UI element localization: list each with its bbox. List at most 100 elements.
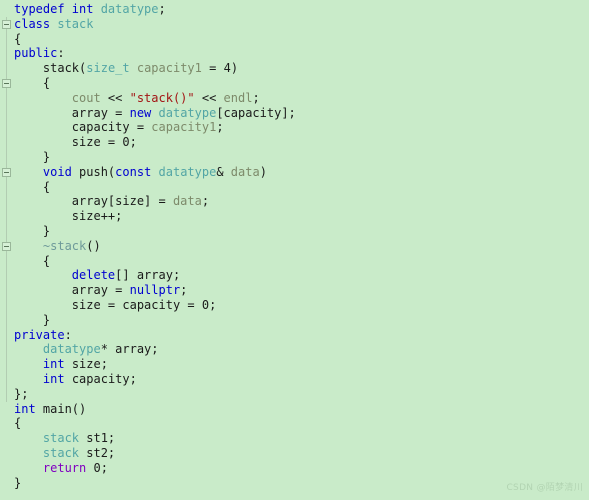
code-line: stack st1; [14, 431, 589, 446]
code-token: endl [223, 90, 253, 105]
code-token: capacity; [64, 371, 137, 386]
code-token: capacity1 [151, 120, 217, 135]
code-token: datatype [100, 2, 159, 16]
code-token: size = 0; [14, 135, 137, 150]
code-line: cout << "stack()" << endl; [14, 91, 589, 106]
code-line: class stack [14, 17, 589, 32]
code-line: } [14, 476, 589, 491]
fold-toggle-icon[interactable] [2, 241, 11, 251]
code-token: int [14, 401, 36, 416]
code-token: ; [216, 120, 224, 135]
code-token: int [42, 371, 65, 386]
code-token: & [216, 164, 231, 179]
code-token: () [86, 238, 101, 253]
code-folding-gutter[interactable] [0, 0, 14, 500]
code-token: : [64, 327, 72, 342]
code-token: stack [14, 61, 80, 76]
code-token: st2; [79, 445, 116, 460]
code-token: data [172, 194, 202, 209]
code-token: }; [14, 386, 29, 401]
code-token: } [14, 223, 51, 238]
code-token: delete [71, 268, 116, 283]
code-token: capacity = [14, 120, 152, 135]
code-token: stack [42, 431, 80, 446]
code-line: int main() [14, 402, 589, 417]
code-token: stack [57, 16, 94, 31]
code-token: void [42, 164, 72, 179]
code-token: ~stack [42, 238, 87, 253]
code-token: array[size] = [14, 194, 173, 209]
code-line: stack st2; [14, 446, 589, 461]
code-token: [] array; [115, 268, 181, 283]
code-token: "stack()" [129, 90, 195, 105]
code-token: ; [158, 2, 166, 16]
code-token: size++; [14, 209, 123, 224]
code-token: } [14, 312, 51, 327]
code-line: array[size] = data; [14, 194, 589, 209]
code-token: } [14, 149, 51, 164]
code-token: datatype [42, 342, 101, 357]
code-token: size; [64, 357, 108, 372]
fold-toggle-icon[interactable] [2, 79, 11, 88]
code-token: 0; [86, 460, 108, 475]
code-token: st1; [79, 431, 116, 446]
code-line: size = 0; [14, 135, 589, 150]
csdn-watermark: CSDN @陌梦清川 [506, 483, 583, 494]
code-token: typedef [14, 2, 72, 16]
code-line: array = nullptr; [14, 283, 589, 298]
code-token: int [42, 357, 65, 372]
code-token: private [14, 327, 65, 342]
code-line: size = capacity = 0; [14, 298, 589, 313]
code-token: datatype [158, 105, 217, 120]
code-line: typedef int datatype; [14, 2, 589, 17]
code-line: } [14, 313, 589, 328]
code-token: size = capacity = 0; [14, 297, 217, 312]
code-line: stack(size_t capacity1 = 4) [14, 61, 589, 76]
fold-toggle-icon[interactable] [2, 167, 11, 177]
code-token: class [14, 16, 58, 31]
code-token: << [100, 90, 130, 105]
code-token: int [71, 2, 101, 16]
code-token: { [14, 253, 51, 268]
code-token: { [14, 416, 22, 431]
fold-toggle-icon[interactable] [2, 19, 11, 29]
code-line: capacity = capacity1; [14, 120, 589, 135]
code-editor[interactable]: typedef int datatype; class stack{public:… [0, 0, 589, 500]
code-line: { [14, 32, 589, 47]
code-token: ; [180, 283, 188, 298]
code-line: } [14, 150, 589, 165]
code-line: ~stack() [14, 239, 589, 254]
code-token: * array; [100, 342, 159, 357]
code-token: ; [201, 194, 210, 209]
code-token: capacity1 [136, 61, 202, 76]
code-line: return 0; [14, 461, 589, 476]
code-line: delete[] array; [14, 268, 589, 283]
code-token: } [14, 475, 22, 490]
code-token: cout [71, 90, 101, 105]
code-token: data [230, 164, 260, 179]
code-line: datatype* array; [14, 342, 589, 357]
code-line: { [14, 76, 589, 91]
code-line: int capacity; [14, 372, 589, 387]
code-token: const [115, 164, 152, 179]
code-line: }; [14, 387, 589, 402]
code-line: int size; [14, 357, 589, 372]
code-content[interactable]: typedef int datatype; class stack{public:… [14, 2, 589, 490]
code-token: push( [71, 164, 116, 179]
code-token: ) [230, 61, 239, 76]
code-token: size_t [86, 61, 130, 76]
code-token: stack [42, 445, 80, 460]
code-line: { [14, 254, 589, 269]
code-line: size++; [14, 209, 589, 224]
code-token: new [129, 105, 152, 120]
code-token: { [14, 75, 51, 90]
code-token: = [201, 61, 224, 76]
